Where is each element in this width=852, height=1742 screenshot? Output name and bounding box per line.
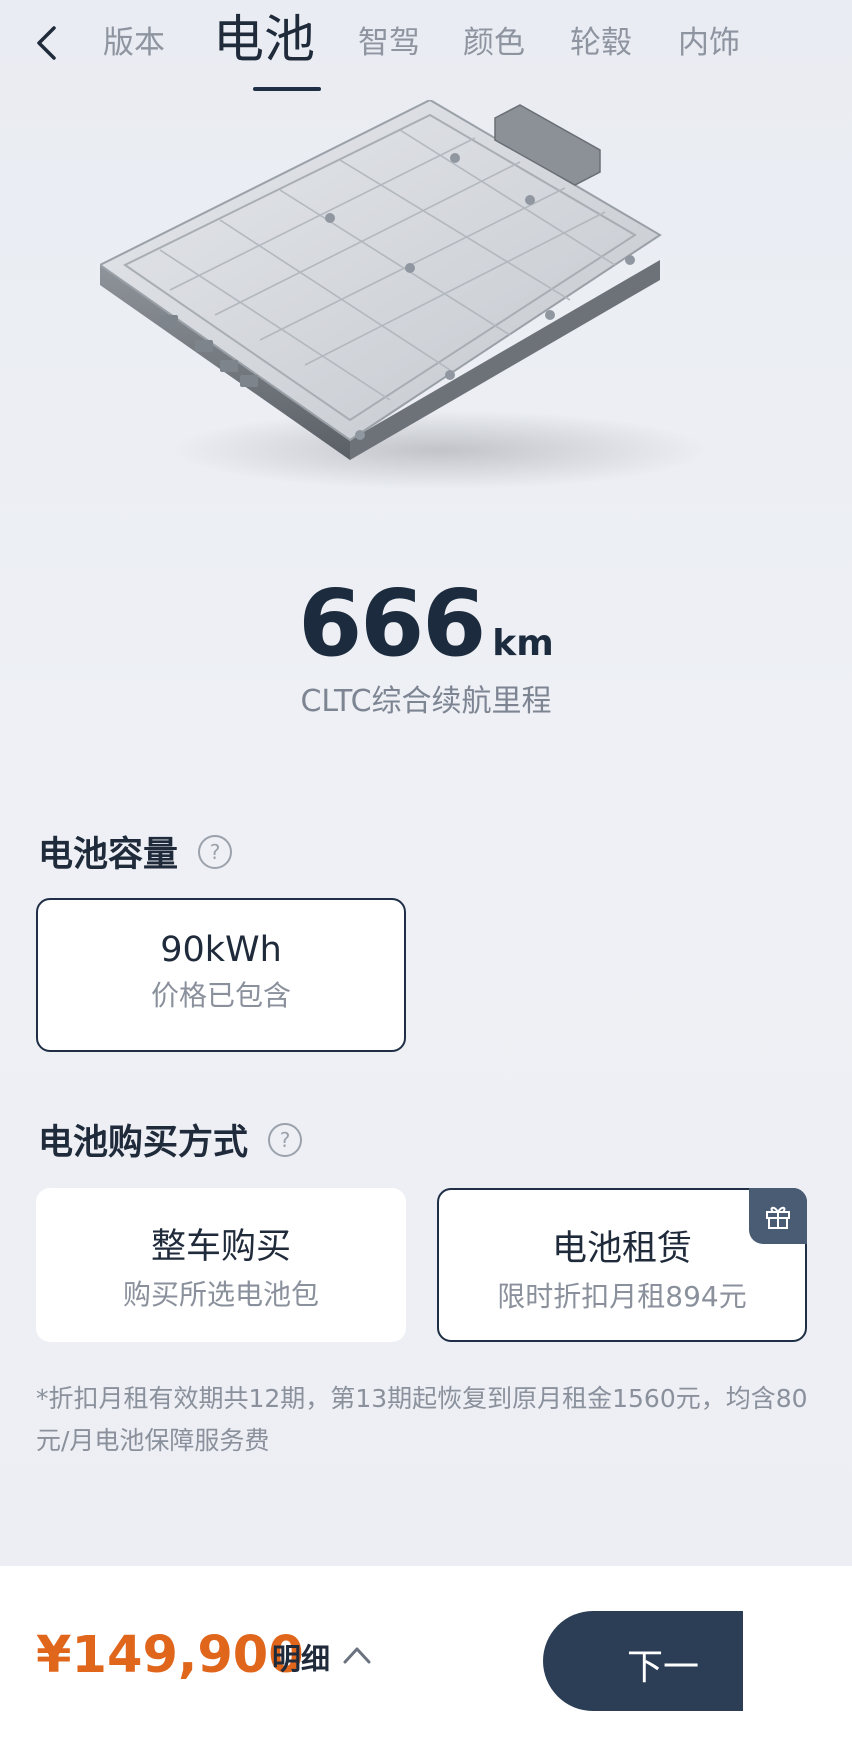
purchase-title: 电池购买方式 xyxy=(38,1123,249,1163)
purchase-option-sub: 限时折扣月租894元 xyxy=(497,1280,747,1313)
capacity-option-90kwh[interactable]: 90kWh 价格已包含 xyxy=(36,898,406,1052)
bottom-bar: ¥149,900 明细 下一 xyxy=(0,1566,852,1742)
tab-interior[interactable]: 内饰 xyxy=(678,18,740,68)
capacity-option-label: 90kWh xyxy=(160,930,282,970)
tab-wheels[interactable]: 轮毂 xyxy=(570,18,632,68)
back-button[interactable] xyxy=(26,20,66,66)
capacity-title: 电池容量 xyxy=(38,835,179,875)
gift-badge xyxy=(749,1188,807,1244)
purchase-option-sub: 购买所选电池包 xyxy=(122,1278,319,1311)
range-display: 666 km xyxy=(0,570,852,677)
tab-autopilot[interactable]: 智驾 xyxy=(358,18,420,68)
range-caption: CLTC综合续航里程 xyxy=(300,684,552,719)
purchase-option-lease[interactable]: 电池租赁 限时折扣月租894元 xyxy=(437,1188,807,1342)
capacity-section-title: 电池容量 ? xyxy=(38,826,233,877)
top-nav: 版本 电池 智驾 颜色 轮毂 内饰 xyxy=(0,0,852,110)
capacity-option-sub: 价格已包含 xyxy=(150,979,291,1012)
help-icon[interactable]: ? xyxy=(198,834,233,869)
tab-version[interactable]: 版本 xyxy=(103,18,165,68)
purchase-option-buy[interactable]: 整车购买 购买所选电池包 xyxy=(36,1188,406,1342)
battery-pack-image xyxy=(100,100,710,490)
total-price: ¥149,900 xyxy=(36,1626,304,1685)
detail-button[interactable]: 明细 xyxy=(272,1636,330,1678)
active-tab-indicator xyxy=(253,87,321,91)
tab-color[interactable]: 颜色 xyxy=(463,18,525,68)
range-unit: km xyxy=(492,623,554,664)
purchase-section-title: 电池购买方式 ? xyxy=(38,1114,303,1165)
lease-note: *折扣月租有效期共12期，第13期起恢复到原月租金1560元，均含80元/月电池… xyxy=(36,1384,808,1455)
range-value: 666 xyxy=(298,570,486,677)
chevron-up-icon[interactable] xyxy=(342,1642,372,1668)
next-button-label[interactable]: 下一 xyxy=(627,1638,699,1690)
tab-battery[interactable]: 电池 xyxy=(213,8,315,74)
purchase-option-label: 整车购买 xyxy=(150,1227,291,1267)
gift-icon xyxy=(766,1206,790,1229)
chevron-left-icon xyxy=(37,26,56,60)
help-icon[interactable]: ? xyxy=(268,1122,303,1157)
